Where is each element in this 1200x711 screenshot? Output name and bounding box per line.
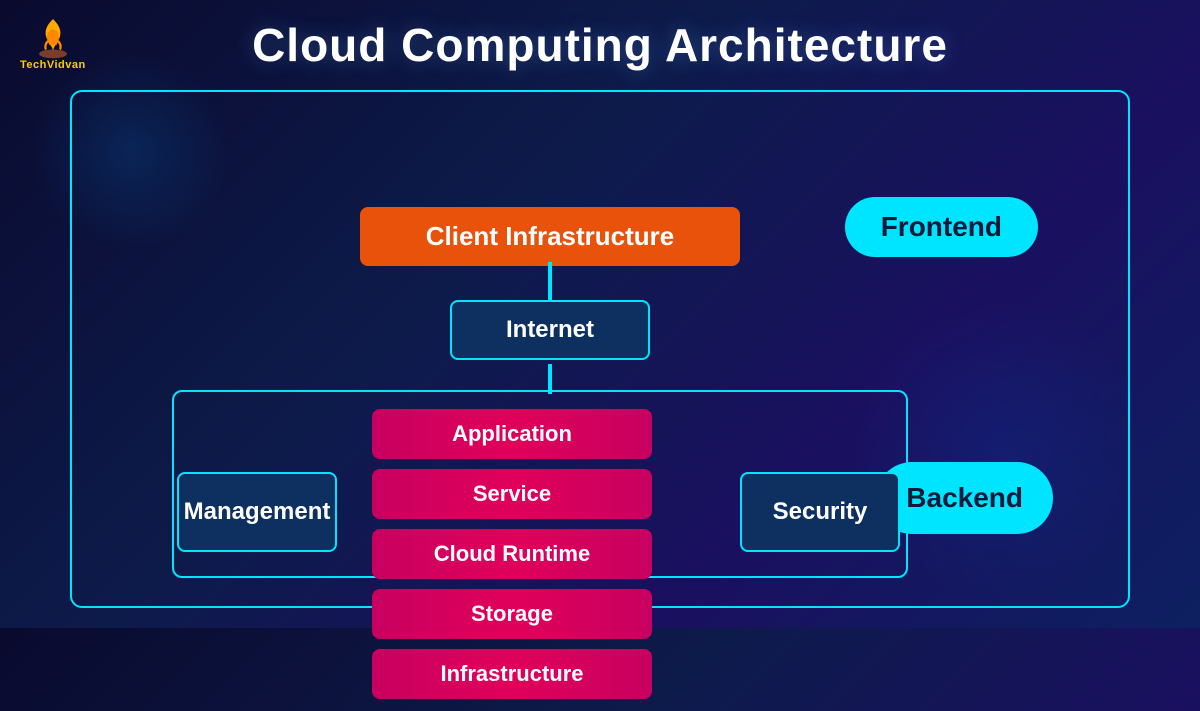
page-title: Cloud Computing Architecture [0, 0, 1200, 72]
stack-infrastructure: Infrastructure [372, 649, 652, 699]
management-box: Management [177, 472, 337, 552]
client-infrastructure-box: Client Infrastructure [360, 207, 740, 266]
logo: TechVidvan [20, 12, 86, 71]
stack-service: Service [372, 469, 652, 519]
connector-client-internet [548, 262, 552, 302]
diagram-container: Frontend Backend Client Infrastructure I… [70, 90, 1130, 608]
stack-cloud-runtime: Cloud Runtime [372, 529, 652, 579]
security-box: Security [740, 472, 900, 552]
internet-box: Internet [450, 300, 650, 360]
stack-application: Application [372, 409, 652, 459]
logo-text: TechVidvan [20, 60, 86, 71]
stack-storage: Storage [372, 589, 652, 639]
stack-container: Application Service Cloud Runtime Storag… [372, 397, 728, 711]
frontend-label: Frontend [845, 197, 1038, 257]
